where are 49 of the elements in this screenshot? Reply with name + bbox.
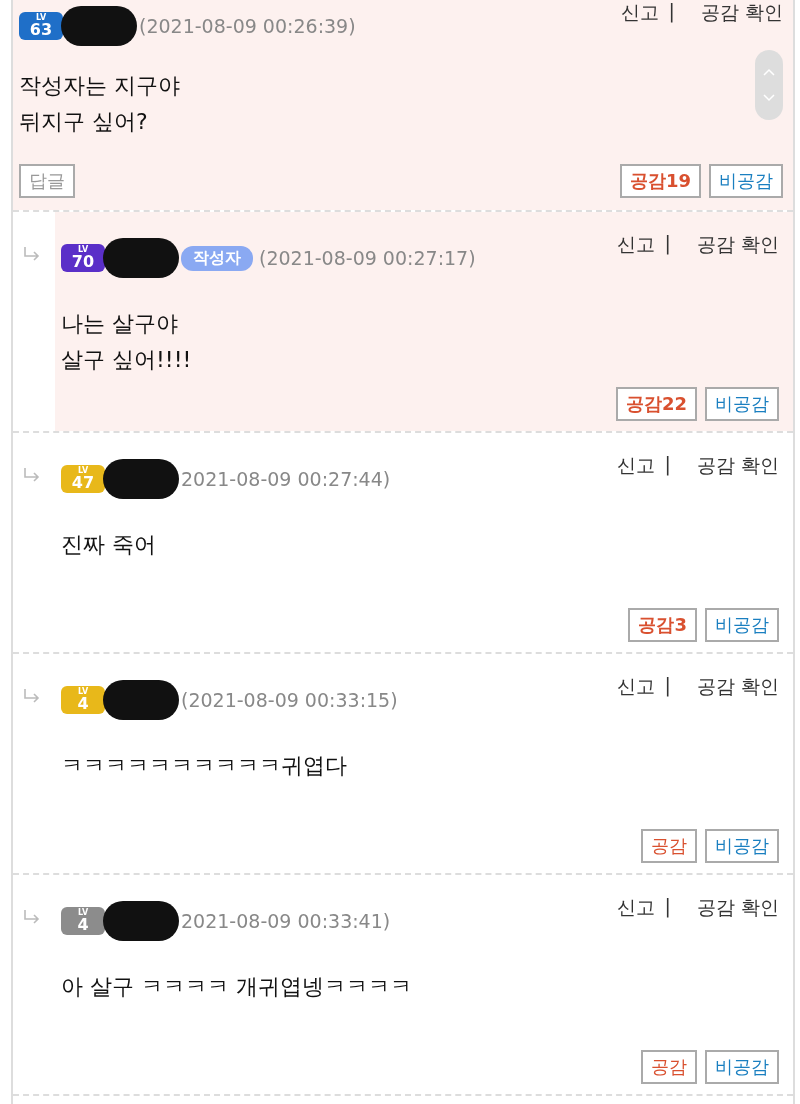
dislike-button[interactable]: 비공감 [705,387,779,421]
reply-button[interactable]: 답글 [19,164,75,198]
separator: | [668,0,675,25]
level-badge: LV 4 [61,686,105,714]
level-badge: LV 70 [61,244,105,272]
level-badge: LV 63 [19,12,63,40]
reply-arrow-icon [23,909,41,925]
dislike-button[interactable]: 비공감 [705,1050,779,1084]
level-badge: LV 4 [61,907,105,935]
comment-date: 2021-08-09 00:27:44) [181,468,391,490]
likes-link[interactable]: 공감 확인 [696,232,779,258]
separator: | [664,895,671,920]
report-link[interactable]: 신고 [616,453,655,479]
report-link[interactable]: 신고 [616,895,655,921]
comment-text: 살구 싶어!!!! [61,346,192,374]
like-button[interactable]: 공감 [641,1050,697,1084]
comment-date: (2021-08-09 00:27:17) [259,247,476,269]
reply-arrow-icon [23,688,41,704]
likes-link[interactable]: 공감 확인 [696,674,779,700]
comment-text: 진짜 죽어 [61,531,156,559]
level-badge: LV 47 [61,465,105,493]
like-button[interactable]: 공감 [641,829,697,863]
report-link[interactable]: 신고 [616,674,655,700]
like-button[interactable]: 공감19 [619,164,701,198]
dislike-button[interactable]: 비공감 [705,829,779,863]
author-tag: 작성자 [181,245,253,271]
separator: | [664,674,671,699]
like-button[interactable]: 공감3 [628,608,697,642]
likes-link[interactable]: 공감 확인 [696,895,779,921]
comment-date: (2021-08-09 00:26:39) [139,15,356,37]
dislike-button[interactable]: 비공감 [705,608,779,642]
comment-date: 2021-08-09 00:33:41) [181,910,391,932]
comment-date: (2021-08-09 00:33:15) [181,689,398,711]
comment-text: 작성자는 지구야 [19,72,180,100]
likes-link[interactable]: 공감 확인 [696,453,779,479]
likes-link[interactable]: 공감 확인 [700,0,783,26]
separator: | [664,453,671,478]
like-button[interactable]: 공감22 [615,387,697,421]
dislike-button[interactable]: 비공감 [709,164,783,198]
reply-arrow-icon [23,246,41,262]
comment-text: ㅋㅋㅋㅋㅋㅋㅋㅋㅋㅋ귀엽다 [61,752,347,780]
separator: | [664,232,671,257]
scroll-buttons[interactable] [755,50,783,120]
report-link[interactable]: 신고 [616,232,655,258]
report-link[interactable]: 신고 [620,0,659,26]
comment-text: 나는 살구야 [61,310,179,338]
comment-text: 아 살구 ㅋㅋㅋㅋ 개귀엽넹ㅋㅋㅋㅋ [61,973,412,1001]
comment-text: 뒤지구 싶어? [19,108,149,136]
reply-arrow-icon [23,467,41,483]
